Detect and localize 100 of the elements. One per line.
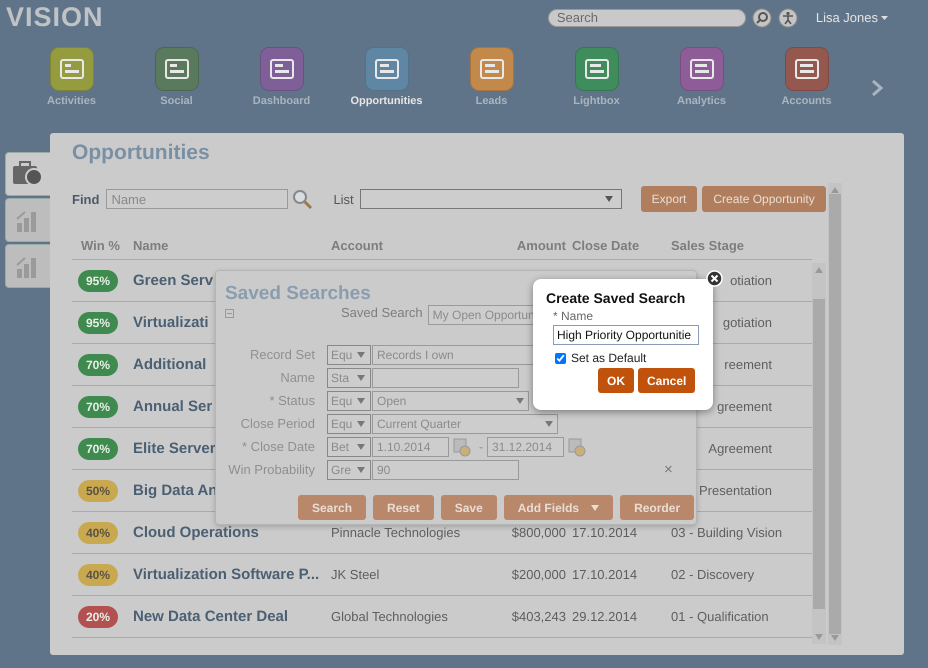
search-icon[interactable] bbox=[292, 188, 314, 210]
dropdown-arrow-icon bbox=[357, 352, 365, 358]
opportunity-name[interactable]: Elite Server bbox=[133, 440, 216, 457]
find-field[interactable]: Name bbox=[106, 189, 288, 209]
ok-button[interactable]: OK bbox=[598, 368, 634, 393]
column-header[interactable]: Sales Stage bbox=[671, 238, 744, 252]
accessibility-icon[interactable] bbox=[778, 8, 798, 28]
dialog-button[interactable]: Save bbox=[440, 495, 497, 520]
scrollbar[interactable] bbox=[812, 263, 826, 644]
stage-cell: 01 - Qualification bbox=[671, 609, 769, 624]
opportunity-name[interactable]: New Data Center Deal bbox=[133, 608, 288, 625]
date-field[interactable]: 1.10.2014 bbox=[372, 436, 449, 456]
nav-item[interactable]: Analytics bbox=[649, 47, 754, 107]
page-title: Opportunities bbox=[72, 141, 211, 166]
date-cell: 17.10.2014 bbox=[572, 525, 638, 540]
calendar-icon[interactable] bbox=[453, 436, 471, 456]
value-field[interactable]: 90 bbox=[372, 460, 519, 480]
nav-item[interactable]: Opportunities bbox=[334, 47, 439, 107]
name-label: * Name bbox=[553, 309, 594, 323]
field-label: * Close Date bbox=[241, 439, 315, 454]
date-cell: 17.10.2014 bbox=[572, 567, 638, 582]
stage-cell: gotiation bbox=[722, 315, 772, 330]
date-cell: 29.12.2014 bbox=[572, 609, 638, 624]
nav-item[interactable]: Social bbox=[124, 47, 229, 107]
operator-dropdown[interactable]: Gre bbox=[327, 460, 371, 480]
account-cell: JK Steel bbox=[331, 567, 380, 582]
column-header[interactable]: Name bbox=[133, 238, 168, 252]
field-label: Saved Search bbox=[341, 305, 423, 320]
opportunity-name[interactable]: Virtualizati bbox=[133, 314, 209, 331]
collapse-icon[interactable] bbox=[225, 309, 234, 318]
dropdown-arrow-icon bbox=[604, 196, 613, 202]
chevron-right-icon[interactable] bbox=[871, 80, 883, 96]
scrollbar[interactable] bbox=[828, 183, 842, 645]
export-button[interactable]: Export bbox=[640, 186, 698, 212]
app-icon bbox=[478, 57, 504, 81]
opportunity-name[interactable]: Annual Ser bbox=[133, 398, 212, 415]
operator-dropdown[interactable]: Bet bbox=[327, 436, 371, 456]
dialog-button[interactable]: Reorder bbox=[620, 495, 694, 520]
stage-cell: otiation bbox=[730, 273, 772, 288]
dropdown-arrow-icon bbox=[357, 466, 365, 472]
date-field[interactable]: 31.12.2014 bbox=[487, 436, 564, 456]
dialog-button[interactable]: Add Fields bbox=[504, 495, 614, 520]
name-field[interactable]: High Priority Opportunitie bbox=[553, 325, 699, 345]
field-label: Close Period bbox=[240, 416, 315, 431]
find-label: Find bbox=[72, 192, 100, 206]
cancel-button[interactable]: Cancel bbox=[638, 368, 696, 393]
dialog-button[interactable]: Reset bbox=[373, 495, 434, 520]
app-icon bbox=[794, 57, 820, 81]
win-badge: 95% bbox=[78, 312, 118, 334]
stage-cell: reement bbox=[724, 357, 772, 372]
side-tab[interactable] bbox=[5, 152, 50, 196]
stage-cell: 02 - Discovery bbox=[671, 567, 754, 582]
stage-cell: greement bbox=[717, 399, 772, 414]
calendar-icon[interactable] bbox=[568, 436, 586, 456]
nav-item[interactable]: Accounts bbox=[754, 47, 859, 107]
column-header[interactable]: Amount bbox=[516, 238, 566, 252]
close-icon[interactable] bbox=[706, 270, 723, 287]
create-button[interactable]: Create Opportunity bbox=[702, 186, 826, 212]
stage-cell: 03 - Building Vision bbox=[671, 525, 782, 540]
win-badge: 50% bbox=[78, 480, 118, 502]
opportunity-name[interactable]: Additional bbox=[133, 356, 206, 373]
default-checkbox[interactable] bbox=[555, 352, 566, 364]
win-badge: 40% bbox=[78, 564, 118, 586]
nav-item[interactable]: Leads bbox=[439, 47, 544, 107]
app-icon bbox=[584, 57, 610, 81]
scroll-up-icon bbox=[815, 267, 823, 273]
opportunity-name[interactable]: Green Serv bbox=[133, 272, 214, 289]
column-header[interactable]: Close Date bbox=[572, 238, 640, 252]
win-badge: 95% bbox=[78, 270, 118, 292]
value-dropdown[interactable]: Current Quarter bbox=[372, 414, 558, 434]
operator-dropdown[interactable]: Equ bbox=[327, 344, 371, 364]
operator-dropdown[interactable]: Equ bbox=[327, 390, 371, 410]
dropdown-arrow-icon bbox=[545, 420, 553, 426]
value-field[interactable] bbox=[372, 368, 519, 388]
list-dropdown[interactable] bbox=[360, 189, 622, 209]
app-icon bbox=[374, 57, 400, 81]
column-header[interactable]: Account bbox=[331, 238, 383, 252]
dialog-button[interactable]: Search bbox=[298, 495, 366, 520]
search-icon[interactable] bbox=[752, 8, 772, 28]
dropdown-arrow-icon bbox=[357, 398, 365, 404]
value-dropdown[interactable]: Open bbox=[372, 390, 529, 410]
column-header[interactable]: Win % bbox=[81, 238, 120, 252]
user-menu[interactable]: Lisa Jones bbox=[816, 10, 888, 25]
logo: VISION bbox=[6, 2, 104, 33]
field-label: Win Probability bbox=[227, 462, 315, 477]
dropdown-arrow-icon bbox=[357, 374, 365, 380]
operator-dropdown[interactable]: Sta bbox=[327, 368, 371, 388]
win-badge: 70% bbox=[78, 396, 118, 418]
nav-item[interactable]: Lightbox bbox=[544, 47, 649, 107]
nav-item[interactable]: Dashboard bbox=[229, 47, 334, 107]
search-field[interactable]: Search bbox=[548, 8, 746, 26]
clear-button[interactable]: × bbox=[664, 461, 673, 478]
nav-item[interactable]: Activities bbox=[19, 47, 124, 107]
operator-dropdown[interactable]: Equ bbox=[327, 414, 371, 434]
popup-title: Create Saved Search bbox=[546, 290, 686, 306]
dropdown-arrow-icon bbox=[357, 444, 365, 450]
field-label: * Status bbox=[268, 393, 315, 408]
opportunity-name[interactable]: Cloud Operations bbox=[133, 524, 259, 541]
caret-icon bbox=[881, 16, 888, 20]
opportunity-name[interactable]: Virtualization Software P... bbox=[133, 566, 320, 583]
